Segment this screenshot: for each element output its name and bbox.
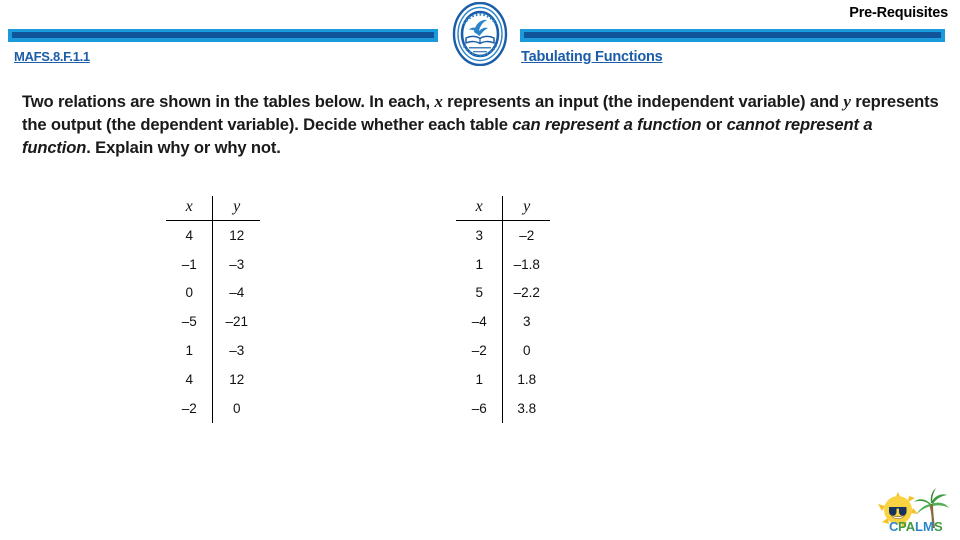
relation-table-1: x y 4 12 –1 –3 0 –4 –5 –21 1 –3 4 12 –2 … bbox=[166, 196, 260, 423]
cell-y: –2.2 bbox=[513, 285, 540, 301]
table-row: 1 1.8 bbox=[456, 364, 550, 394]
prompt-text-part2: represents an input (the independent var… bbox=[442, 92, 844, 111]
svg-text:S: S bbox=[934, 519, 943, 534]
cell-x: 5 bbox=[456, 278, 504, 308]
cell-x: 4 bbox=[166, 364, 214, 394]
cell-x: –6 bbox=[456, 393, 504, 423]
table-row: 4 12 bbox=[166, 220, 260, 250]
cell-y: 1.8 bbox=[517, 371, 537, 387]
cell-y: –1.8 bbox=[513, 256, 540, 272]
svg-text:LM: LM bbox=[915, 519, 934, 534]
cell-x: 3 bbox=[456, 220, 504, 250]
table-row: 5 –2.2 bbox=[456, 278, 550, 308]
cell-y: –4 bbox=[229, 285, 245, 301]
table-row: –2 0 bbox=[456, 336, 550, 365]
cell-y: 3 bbox=[522, 314, 531, 330]
prompt-emphasis-can: can represent a function bbox=[512, 115, 702, 134]
table-row: –5 –21 bbox=[166, 307, 260, 337]
cell-y: 12 bbox=[229, 371, 245, 387]
table-row: –4 3 bbox=[456, 307, 550, 337]
svg-text:PA: PA bbox=[898, 519, 916, 534]
table-header-row: x y bbox=[166, 196, 260, 221]
cell-y: 0 bbox=[522, 343, 531, 359]
table-row: 1 –1.8 bbox=[456, 249, 550, 279]
column-header-x: x bbox=[456, 196, 504, 221]
page-header: Pre-Requisites MAFS.8.F.1.1 Tabulating F… bbox=[0, 0, 960, 82]
cell-y: –3 bbox=[229, 256, 245, 272]
cell-y: 0 bbox=[232, 400, 241, 416]
prompt-paragraph: Two relations are shown in the tables be… bbox=[22, 90, 942, 159]
cell-x: 1 bbox=[456, 364, 504, 394]
header-rule-right bbox=[520, 29, 945, 42]
cell-x: –4 bbox=[456, 307, 504, 337]
table-row: 1 –3 bbox=[166, 336, 260, 365]
prompt-variable-x: x bbox=[434, 92, 443, 111]
header-rule-right-inner bbox=[524, 32, 941, 38]
cell-y: –21 bbox=[225, 314, 248, 330]
column-header-y: y bbox=[212, 196, 260, 221]
cell-y: 12 bbox=[229, 227, 245, 243]
header-rule-left-inner bbox=[12, 32, 434, 38]
prompt-text-part4: or bbox=[701, 115, 727, 134]
lesson-title-link[interactable]: Tabulating Functions bbox=[521, 49, 663, 65]
cell-x: –2 bbox=[456, 336, 504, 365]
prompt-text-part1: Two relations are shown in the tables be… bbox=[22, 92, 435, 111]
header-rule-left bbox=[8, 29, 438, 42]
table-row: 3 –2 bbox=[456, 220, 550, 250]
cell-x: –1 bbox=[166, 249, 214, 279]
cell-x: –5 bbox=[166, 307, 214, 337]
cpalms-logo: C PA LM S bbox=[868, 484, 954, 536]
cell-y: 3.8 bbox=[517, 400, 537, 416]
pre-requisites-label: Pre-Requisites bbox=[849, 5, 948, 21]
cell-x: 0 bbox=[166, 278, 214, 308]
cell-y: –2 bbox=[519, 227, 535, 243]
column-header-x: x bbox=[166, 196, 214, 221]
cell-y: –3 bbox=[229, 343, 245, 359]
standard-code-link[interactable]: MAFS.8.F.1.1 bbox=[14, 49, 90, 64]
table-row: –2 0 bbox=[166, 393, 260, 423]
table-row: 4 12 bbox=[166, 364, 260, 394]
school-seal-logo bbox=[452, 2, 508, 66]
table-row: –6 3.8 bbox=[456, 393, 550, 423]
table-header-row: x y bbox=[456, 196, 550, 221]
cell-x: –2 bbox=[166, 393, 214, 423]
cell-x: 4 bbox=[166, 220, 214, 250]
table-row: –1 –3 bbox=[166, 249, 260, 279]
table-row: 0 –4 bbox=[166, 278, 260, 308]
prompt-text-part5: . Explain why or why not. bbox=[86, 138, 281, 157]
column-header-y: y bbox=[502, 196, 550, 221]
relation-table-2: x y 3 –2 1 –1.8 5 –2.2 –4 3 –2 0 1 1.8 –… bbox=[456, 196, 550, 423]
cell-x: 1 bbox=[166, 336, 214, 365]
cell-x: 1 bbox=[456, 249, 504, 279]
prompt-variable-y: y bbox=[843, 92, 851, 111]
